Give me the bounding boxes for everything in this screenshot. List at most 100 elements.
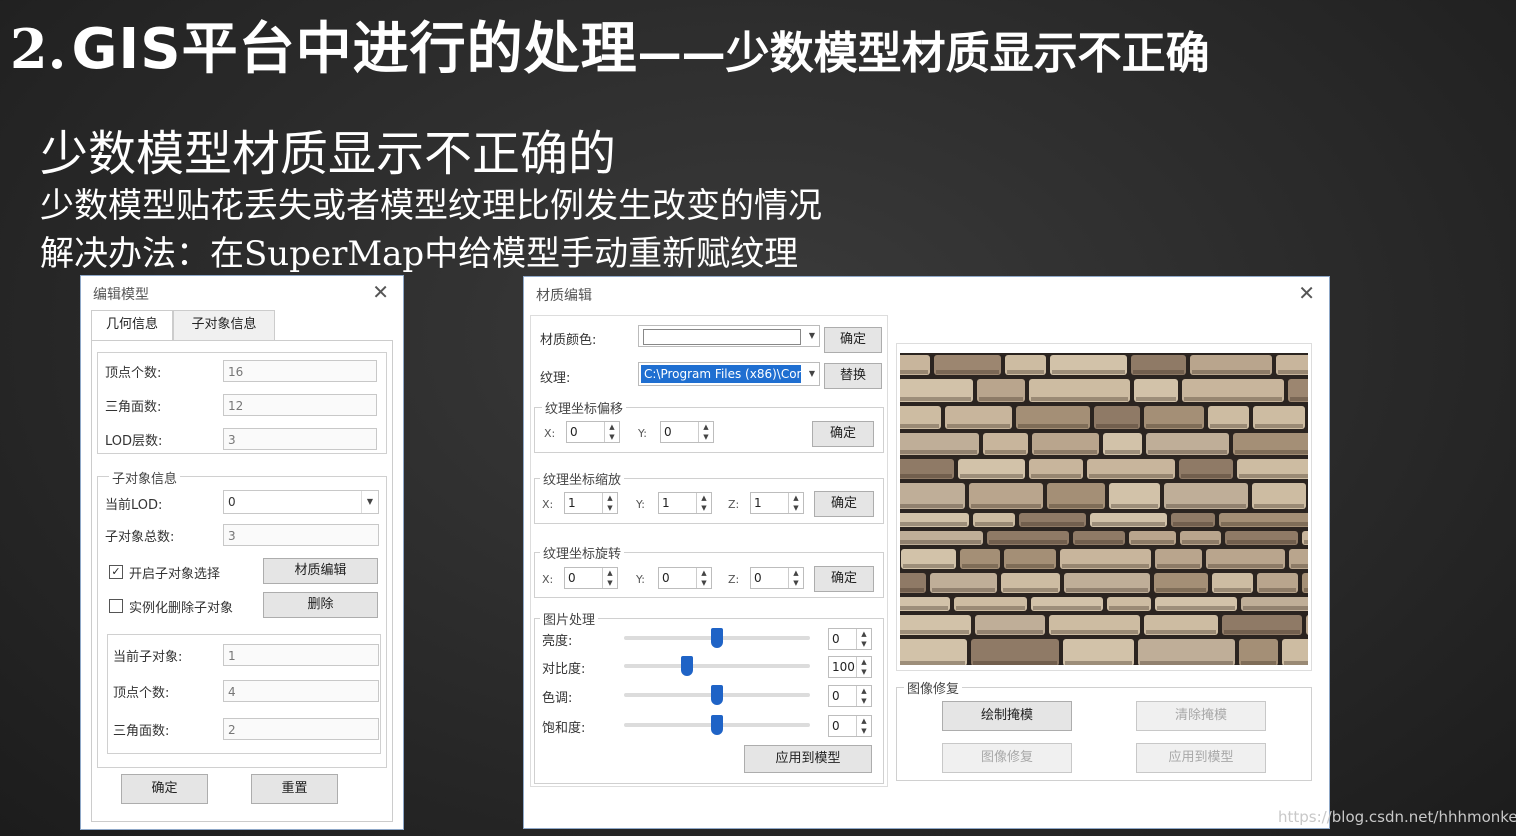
texture-path-select[interactable]: C:\Program Files (x86)\Com ▼ (638, 362, 820, 386)
reset-button[interactable]: 重置 (251, 774, 338, 804)
rotate-x-stepper[interactable]: 0 ▲ ▼ (564, 567, 618, 589)
stepper-arrows-icon[interactable]: ▲ ▼ (602, 493, 617, 513)
ok-button[interactable]: 确定 (121, 774, 208, 804)
current-lod-value: 0 (228, 495, 236, 509)
scale-z-stepper[interactable]: 1 ▲ ▼ (750, 492, 804, 514)
current-lod-label: 当前LOD: (105, 498, 163, 513)
contrast-slider[interactable] (624, 664, 810, 668)
triangle-count-field[interactable]: 12 (223, 394, 377, 416)
sub-triangle-label: 三角面数: (113, 724, 170, 739)
rotate-x-value: 0 (568, 571, 576, 585)
hue-stepper[interactable]: 0 ▲ ▼ (828, 685, 872, 707)
stone-shadow (900, 630, 969, 634)
scale-x-stepper[interactable]: 1 ▲ ▼ (564, 492, 618, 514)
stepper-arrows-icon[interactable]: ▲ ▼ (856, 716, 871, 736)
stepper-arrows-icon[interactable]: ▲ ▼ (856, 657, 871, 677)
stone-shadow (1021, 522, 1084, 526)
stepper-arrows-icon[interactable]: ▲ ▼ (698, 422, 713, 442)
image-repair-title: 图像修复 (904, 678, 963, 697)
subobject-total-field[interactable]: 3 (223, 524, 379, 546)
scale-y-stepper[interactable]: 1 ▲ ▼ (658, 492, 712, 514)
stone-shadow (1146, 630, 1216, 634)
enable-subobject-checkbox[interactable]: ✓ (109, 565, 123, 579)
stone-shadow (1291, 564, 1308, 568)
sub-triangle-field[interactable]: 2 (223, 718, 379, 740)
offset-y-value: 0 (664, 425, 672, 439)
scale-z-label: Z: (728, 498, 740, 511)
scale-x-value: 1 (568, 496, 576, 510)
color-ok-button[interactable]: 确定 (824, 327, 882, 353)
rotate-ok-button[interactable]: 确定 (814, 566, 874, 592)
delete-button[interactable]: 删除 (263, 592, 378, 618)
close-icon[interactable]: ✕ (372, 280, 389, 304)
hue-slider-thumb[interactable] (711, 685, 723, 705)
stone-shadow (1096, 424, 1138, 428)
brightness-stepper[interactable]: 0 ▲ ▼ (828, 628, 872, 650)
contrast-slider-thumb[interactable] (681, 656, 694, 676)
sub-vertex-field[interactable]: 4 (223, 680, 379, 702)
contrast-value: 100 (832, 660, 855, 674)
current-lod-select[interactable]: 0 ▼ (223, 490, 379, 514)
rotate-z-value: 0 (754, 571, 762, 585)
stone-shadow (1033, 606, 1101, 610)
material-color-select[interactable]: ▼ (638, 325, 820, 347)
stepper-arrows-icon[interactable]: ▲ ▼ (604, 422, 619, 442)
stepper-arrows-icon[interactable]: ▲ ▼ (788, 568, 803, 588)
apply-repair-button[interactable]: 应用到模型 (1136, 743, 1266, 773)
close-icon[interactable]: ✕ (1298, 281, 1315, 305)
lod-count-label: LOD层数: (105, 434, 163, 449)
instance-delete-checkbox[interactable] (109, 599, 123, 613)
stone-shadow (977, 630, 1043, 634)
stone-shadow (1157, 564, 1200, 568)
stepper-arrows-icon[interactable]: ▲ ▼ (696, 568, 711, 588)
clear-mask-button[interactable]: 清除掩模 (1136, 701, 1266, 731)
draw-mask-button[interactable]: 绘制掩模 (942, 701, 1072, 731)
lod-count-field[interactable]: 3 (223, 428, 377, 450)
rotate-y-stepper[interactable]: 0 ▲ ▼ (658, 567, 712, 589)
tab-geometry-info[interactable]: 几何信息 (91, 310, 173, 341)
stepper-arrows-icon[interactable]: ▲ ▼ (856, 686, 871, 706)
stone-shadow (900, 424, 939, 428)
replace-texture-button[interactable]: 替换 (824, 363, 882, 389)
material-edit-title: 材质编辑 (536, 288, 592, 304)
stepper-arrows-icon[interactable]: ▲ ▼ (788, 493, 803, 513)
stone-shadow (956, 606, 1025, 610)
stone-shadow (1224, 630, 1300, 634)
hue-label: 色调: (542, 691, 573, 706)
texture-label: 纹理: (540, 371, 571, 386)
saturation-slider-thumb[interactable] (711, 715, 723, 735)
slide-solution: 解决办法：在SuperMap中给模型手动重新赋纹理 (40, 226, 798, 275)
rotate-z-stepper[interactable]: 0 ▲ ▼ (750, 567, 804, 589)
current-subobject-field[interactable]: 1 (223, 644, 379, 666)
apply-to-model-button[interactable]: 应用到模型 (744, 745, 872, 773)
stone-shadow (1210, 424, 1247, 428)
brightness-slider-thumb[interactable] (711, 628, 723, 648)
offset-ok-button[interactable]: 确定 (812, 421, 874, 447)
image-repair-button[interactable]: 图像修复 (942, 743, 1072, 773)
current-subobject-label: 当前子对象: (113, 650, 183, 665)
saturation-stepper[interactable]: 0 ▲ ▼ (828, 715, 872, 737)
contrast-stepper[interactable]: 100 ▲ ▼ (828, 656, 872, 678)
chevron-down-icon: ▼ (808, 369, 816, 378)
slide-title: 2. GIS平台中进行的处理——少数模型材质显示不正确 (10, 4, 1510, 84)
solution-product: SuperMap (244, 234, 425, 274)
stepper-arrows-icon[interactable]: ▲ ▼ (696, 493, 711, 513)
offset-x-label: X: (544, 427, 556, 440)
stone-shadow (971, 504, 1041, 508)
vertex-count-field[interactable]: 16 (223, 360, 377, 382)
offset-y-stepper[interactable]: 0 ▲ ▼ (660, 421, 714, 443)
rotate-y-value: 0 (662, 571, 670, 585)
stone-shadow (1221, 522, 1308, 526)
stone-shadow (1243, 606, 1308, 610)
tab-subobject-info[interactable]: 子对象信息 (173, 310, 275, 341)
stone-shadow (900, 504, 963, 508)
scale-ok-button[interactable]: 确定 (814, 491, 874, 517)
saturation-value: 0 (832, 719, 840, 733)
stepper-arrows-icon[interactable]: ▲ ▼ (602, 568, 617, 588)
stepper-arrows-icon[interactable]: ▲ ▼ (856, 629, 871, 649)
subobject-total-label: 子对象总数: (105, 530, 175, 545)
edit-model-title: 编辑模型 (93, 287, 149, 303)
offset-x-stepper[interactable]: 0 ▲ ▼ (566, 421, 620, 443)
material-edit-button[interactable]: 材质编辑 (263, 558, 378, 584)
stone-shadow (900, 606, 948, 610)
